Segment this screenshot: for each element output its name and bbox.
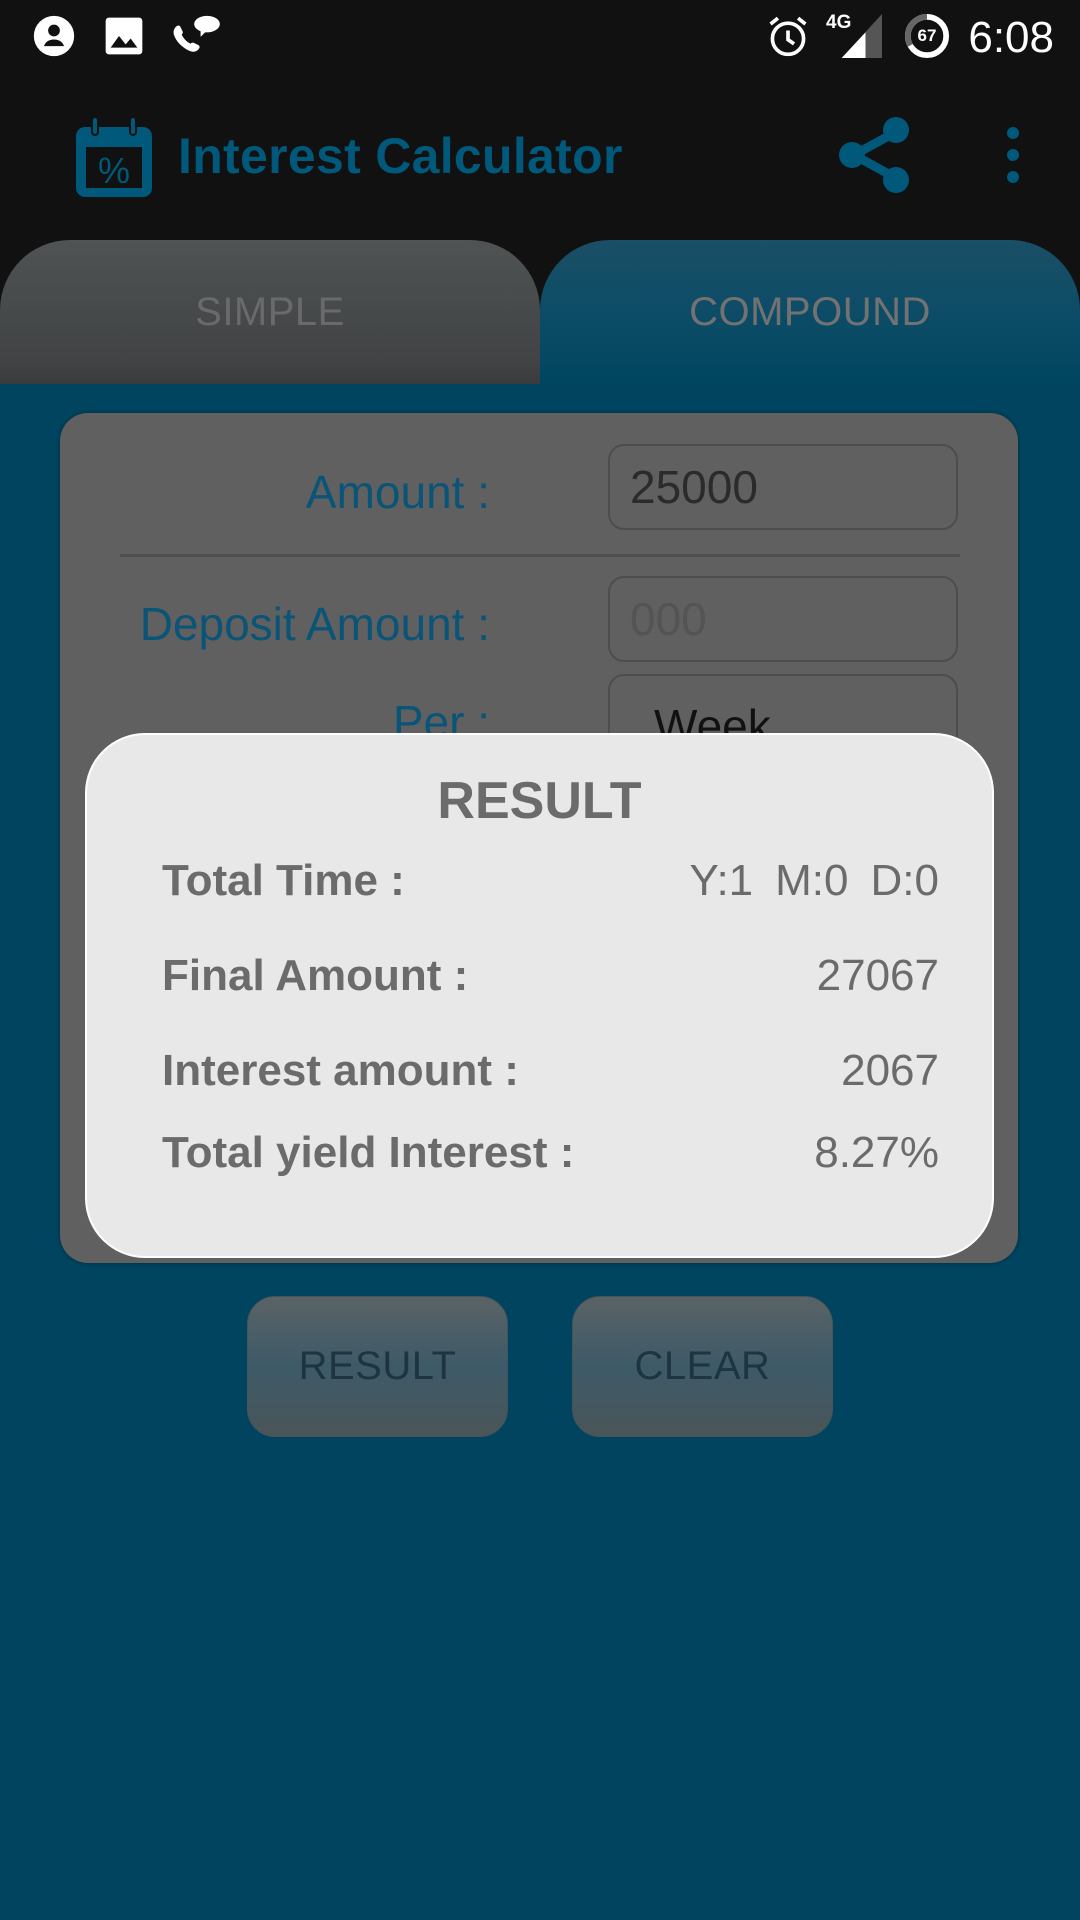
status-bar: 4G 67 6:08 — [0, 0, 1080, 75]
result-row-total-time: Total Time : Y:1 M:0 D:0 — [162, 856, 939, 916]
total-time-value: Y:1 M:0 D:0 — [668, 856, 939, 906]
calendar-percent-logo-icon: % — [76, 116, 152, 197]
result-dialog: RESULT Total Time : Y:1 M:0 D:0 Final Amou… — [87, 735, 992, 1256]
deposit-amount-input[interactable]: 000 — [608, 576, 958, 662]
tab-simple[interactable]: SIMPLE — [0, 240, 540, 384]
days-value: D:0 — [870, 856, 939, 905]
total-yield-label: Total yield Interest : — [162, 1128, 575, 1177]
result-row-total-yield: Total yield Interest : 8.27% — [162, 1128, 939, 1188]
total-time-label: Total Time : — [162, 856, 405, 905]
deposit-amount-label: Deposit Amount : — [139, 598, 490, 650]
image-icon — [105, 17, 143, 55]
share-icon[interactable] — [836, 115, 916, 195]
amount-input[interactable]: 25000 — [608, 444, 958, 530]
tab-simple-label: SIMPLE — [195, 289, 345, 334]
signal-icon — [841, 14, 882, 58]
dialog-title: RESULT — [437, 772, 642, 830]
final-amount-label: Final Amount : — [162, 951, 469, 1000]
months-value: M:0 — [775, 856, 849, 905]
app-title: Interest Calculator — [178, 128, 623, 184]
years-value: Y:1 — [689, 856, 754, 905]
battery-icon: 67 — [904, 13, 950, 59]
clear-button[interactable]: CLEAR — [572, 1296, 833, 1437]
result-button[interactable]: RESULT — [247, 1296, 508, 1437]
tab-compound-label: COMPOUND — [689, 289, 931, 334]
interest-amount-label: Interest amount : — [162, 1046, 519, 1095]
tab-bar: SIMPLE COMPOUND — [0, 240, 1080, 384]
total-yield-value: 8.27% — [814, 1128, 939, 1177]
app-bar: % Interest Calculator — [0, 75, 1080, 240]
result-row-interest-amount: Interest amount : 2067 — [162, 1046, 939, 1106]
result-row-final-amount: Final Amount : 27067 — [162, 951, 939, 1011]
account-icon — [33, 15, 75, 57]
alarm-icon — [769, 16, 807, 57]
battery-percent: 67 — [917, 26, 937, 45]
final-amount-value: 27067 — [816, 951, 939, 1000]
call-message-icon — [173, 15, 220, 52]
amount-label: Amount : — [305, 466, 490, 518]
logo-glyph: % — [98, 150, 130, 191]
divider — [120, 554, 960, 557]
more-options-icon[interactable] — [995, 120, 1031, 190]
result-button-label: RESULT — [298, 1344, 457, 1388]
interest-amount-value: 2067 — [841, 1046, 939, 1095]
tab-compound[interactable]: COMPOUND — [540, 240, 1080, 384]
clear-button-label: CLEAR — [634, 1344, 771, 1388]
clock: 6:08 — [968, 13, 1054, 62]
